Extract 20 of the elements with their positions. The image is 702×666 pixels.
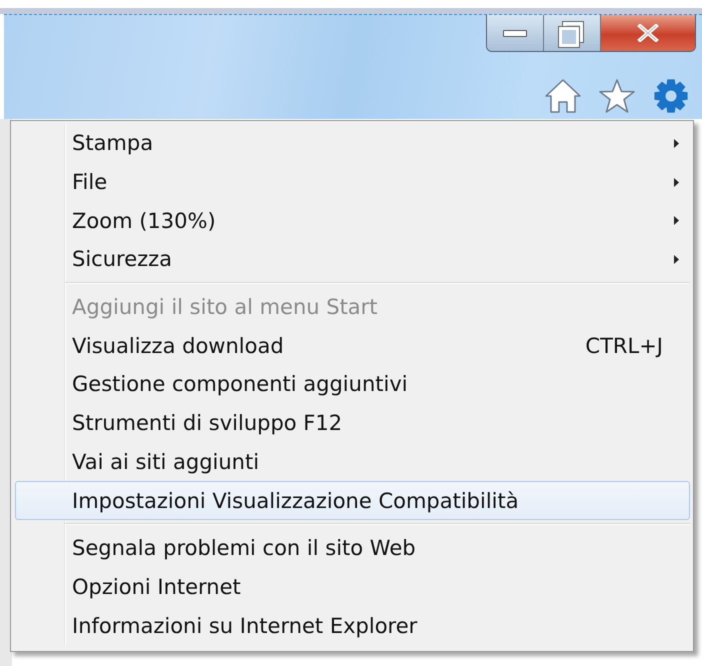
menu-item[interactable]: Segnala problemi con il sito Web (15, 528, 690, 568)
menu-item[interactable]: Informazioni su Internet Explorer (15, 606, 690, 645)
star-icon[interactable] (598, 78, 636, 114)
menu-item[interactable]: Sicurezza (15, 240, 690, 279)
menu-item[interactable]: File (15, 162, 690, 202)
menu-item[interactable]: Zoom (130%) (15, 201, 690, 240)
menu-item[interactable]: Visualizza download CTRL+J (15, 326, 690, 366)
menu-item[interactable]: Opzioni Internet (15, 568, 690, 606)
restore-button[interactable] (544, 15, 601, 51)
minimize-button[interactable] (487, 15, 544, 51)
menu-item[interactable]: Vai ai siti aggiunti (15, 442, 690, 482)
menu-item[interactable]: Impostazioni Visualizzazione Compatibilità (15, 481, 690, 520)
home-icon[interactable] (544, 78, 582, 114)
settings-icon[interactable] (652, 78, 690, 114)
shortcut-label: CTRL+J (585, 334, 663, 358)
menu-item[interactable]: Stampa (15, 124, 690, 163)
close-icon (637, 24, 659, 42)
close-button[interactable] (601, 15, 695, 51)
menu-item[interactable]: Strumenti di sviluppo F12 (15, 404, 690, 442)
menu-item[interactable]: Gestione componenti aggiuntivi (15, 365, 690, 404)
